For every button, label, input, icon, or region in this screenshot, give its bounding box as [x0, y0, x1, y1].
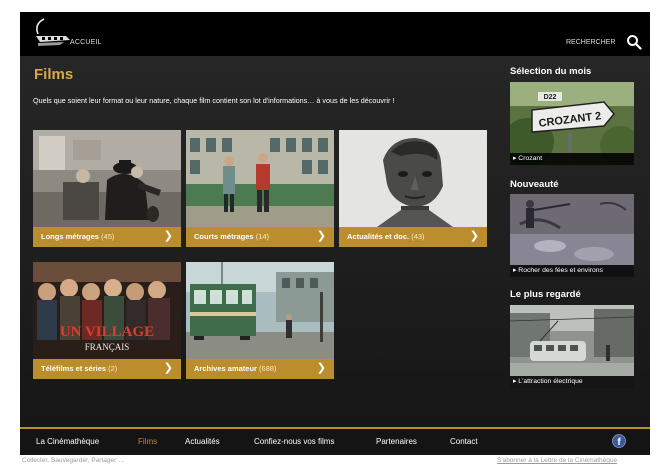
category-count: (2): [108, 364, 118, 373]
facebook-icon[interactable]: f: [612, 434, 626, 448]
tagline-text: Collecter, Sauvegarder, Partager …: [22, 457, 125, 464]
category-thumbnail: [186, 262, 334, 359]
category-tile-archives-amateur[interactable]: Archives amateur (688) ❯: [186, 262, 334, 379]
nav-home-link[interactable]: ACCUEIL: [70, 39, 102, 46]
category-label: Courts métrages: [194, 232, 254, 241]
category-count: (14): [255, 232, 270, 241]
footer-link-actualites[interactable]: Actualités: [185, 437, 220, 446]
main-content: Films Quels que soient leur format ou le…: [20, 56, 650, 427]
chevron-right-icon: ❯: [163, 362, 173, 374]
category-label-bar: Courts métrages (14) ❯: [186, 227, 334, 247]
chevron-right-icon: ❯: [469, 230, 479, 242]
category-tile-actualites[interactable]: Actualités et doc. (43) ❯: [339, 130, 487, 247]
category-tile-longs-metrages[interactable]: Longs métrages (45) ❯: [33, 130, 181, 247]
footer-nav: La Cinémathèque Films Actualités Confiez…: [20, 427, 650, 455]
page-title: Films: [34, 66, 74, 83]
category-thumbnail: [33, 130, 181, 227]
selection-du-mois-caption: ▸ Crozant: [510, 153, 634, 165]
intro-text: Quels que soient leur format ou leur nat…: [33, 96, 395, 105]
footer-link-partenaires[interactable]: Partenaires: [376, 437, 417, 446]
category-count: (43): [411, 232, 425, 241]
category-count: (688): [259, 364, 277, 373]
category-tile-telefilms[interactable]: UN VILLAGE FRANÇAIS Téléfilms et séries …: [33, 262, 181, 379]
category-tile-courts-metrages[interactable]: Courts métrages (14) ❯: [186, 130, 334, 247]
nav-search-link[interactable]: RECHERCHER: [566, 39, 615, 46]
footer-link-contact[interactable]: Contact: [450, 437, 478, 446]
category-label-bar: Téléfilms et séries (2) ❯: [33, 359, 181, 379]
category-label-bar: Archives amateur (688) ❯: [186, 359, 334, 379]
plus-regarde-caption: ▸ L'attraction électrique: [510, 376, 634, 388]
selection-du-mois-card[interactable]: D22 CROZANT 2 ▸ Crozant: [510, 82, 634, 165]
nouveaute-card[interactable]: ▸ Rocher des fées et environs: [510, 194, 634, 277]
plus-regarde-card[interactable]: ▸ L'attraction électrique: [510, 305, 634, 388]
chevron-right-icon: ❯: [316, 230, 326, 242]
poster-title-line2: FRANÇAIS: [85, 342, 130, 352]
nouveaute-heading: Nouveauté: [510, 179, 559, 190]
chevron-right-icon: ❯: [163, 230, 173, 242]
footer-link-cinematheque[interactable]: La Cinémathèque: [36, 437, 99, 446]
poster-title-line1: UN VILLAGE: [60, 324, 154, 340]
category-label: Longs métrages: [41, 232, 99, 241]
category-label: Archives amateur: [194, 364, 257, 373]
category-count: (45): [101, 232, 115, 241]
category-label: Téléfilms et séries: [41, 364, 107, 373]
footer-link-films[interactable]: Films: [138, 437, 157, 446]
cinematheque-logo-icon[interactable]: [30, 16, 74, 52]
page-frame: ACCUEIL RECHERCHER Films Quels que soien…: [20, 12, 650, 455]
category-label-bar: Longs métrages (45) ❯: [33, 227, 181, 247]
nouveaute-caption: ▸ Rocher des fées et environs: [510, 265, 634, 277]
category-label-bar: Actualités et doc. (43) ❯: [339, 227, 487, 247]
category-thumbnail: UN VILLAGE FRANÇAIS: [33, 262, 181, 359]
category-label: Actualités et doc.: [347, 232, 410, 241]
top-bar: ACCUEIL RECHERCHER: [20, 12, 650, 56]
newsletter-link[interactable]: S'abonner à la Lettre de la Cinémathèque: [497, 457, 617, 464]
road-plate-text: D22: [544, 94, 557, 101]
footer-link-confiez[interactable]: Confiez-nous vos films: [254, 437, 334, 446]
search-icon[interactable]: [626, 34, 642, 50]
chevron-right-icon: ❯: [316, 362, 326, 374]
category-thumbnail: [186, 130, 334, 227]
plus-regarde-heading: Le plus regardé: [510, 289, 581, 300]
category-thumbnail: [339, 130, 487, 227]
selection-du-mois-heading: Sélection du mois: [510, 66, 592, 77]
